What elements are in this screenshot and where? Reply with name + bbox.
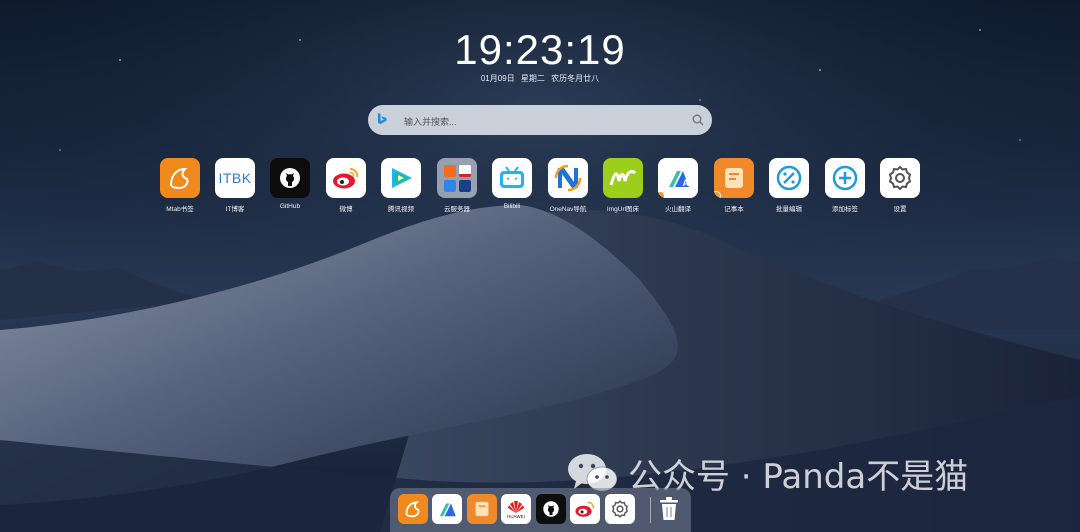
add-tag-icon[interactable]	[825, 158, 865, 198]
search-input[interactable]: 输入并搜索...	[404, 115, 457, 128]
app-label: 批量编辑	[776, 206, 802, 213]
app-onenav[interactable]: OneNav导航	[548, 158, 588, 213]
app-batch-edit[interactable]: 批量编辑	[769, 158, 809, 213]
app-label: 记事本	[724, 206, 744, 213]
dock-gear-icon[interactable]	[605, 494, 635, 524]
app-volcano-translate[interactable]: A 火山翻译	[658, 158, 698, 213]
dock: HUAWEI	[390, 488, 691, 532]
bilibili-tv-icon[interactable]	[492, 158, 532, 198]
date-day: 01月09日	[480, 74, 515, 83]
dock-volcano-translate-icon[interactable]	[432, 494, 462, 524]
app-cloud-server[interactable]: 云服务器	[437, 158, 477, 213]
app-mtab[interactable]: Mtab书签	[160, 158, 200, 213]
batch-edit-icon[interactable]	[769, 158, 809, 198]
search-icon[interactable]	[692, 114, 704, 126]
app-settings[interactable]: 设置	[880, 158, 920, 213]
onenav-icon[interactable]	[548, 158, 588, 198]
app-grid: Mtab书签 ITBK IT博客 GitHub 微博 腾讯视频 云服务器 Bil…	[160, 158, 920, 218]
app-add-tag[interactable]: 添加标签	[825, 158, 865, 213]
dock-mtab-icon[interactable]	[398, 494, 428, 524]
svg-text:A: A	[683, 178, 690, 188]
huawei-logo-text: HUAWEI	[507, 513, 525, 519]
itbk-text-icon[interactable]: ITBK	[215, 158, 255, 198]
app-label: 设置	[893, 206, 907, 213]
app-label: 添加标签	[832, 206, 858, 213]
bing-icon[interactable]	[377, 113, 387, 125]
badge-dot	[658, 191, 665, 198]
notepad-icon[interactable]	[714, 158, 754, 198]
app-tencent-video[interactable]: 腾讯视频	[381, 158, 421, 213]
app-github[interactable]: GitHub	[270, 158, 310, 210]
app-label: Mtab书签	[166, 206, 194, 213]
imgurl-icon[interactable]	[603, 158, 643, 198]
app-label: 火山翻译	[665, 206, 691, 213]
clock-time: 19:23:19	[454, 26, 626, 73]
trash-icon[interactable]	[654, 494, 684, 524]
app-bilibili[interactable]: Bilibili	[492, 158, 532, 210]
dock-weibo-icon[interactable]	[570, 494, 600, 524]
app-label: OneNav导航	[549, 206, 587, 213]
dock-github-icon[interactable]	[536, 494, 566, 524]
app-label: GitHub	[279, 203, 301, 210]
app-itbk[interactable]: ITBK IT博客	[215, 158, 255, 213]
date-lunar: 农历冬月廿八	[551, 74, 600, 83]
app-notepad[interactable]: 记事本	[714, 158, 754, 213]
tencent-video-icon[interactable]	[381, 158, 421, 198]
date-line: 01月09日 星期二 农历冬月廿八	[0, 73, 1080, 84]
cloud-server-folder-icon[interactable]	[437, 158, 477, 198]
github-icon[interactable]	[270, 158, 310, 198]
itbk-logo-text: ITBK	[218, 170, 252, 186]
dock-huawei-icon[interactable]: HUAWEI	[501, 494, 531, 524]
volcano-translate-icon[interactable]: A	[658, 158, 698, 198]
dock-separator	[650, 497, 651, 523]
app-label: ImgUrl图床	[606, 206, 640, 213]
date-weekday: 星期二	[520, 74, 545, 83]
app-label: IT博客	[225, 206, 245, 213]
search-bar[interactable]: 输入并搜索...	[368, 105, 712, 135]
badge-dot	[714, 191, 721, 198]
app-label: 微博	[339, 206, 353, 213]
gear-icon[interactable]	[880, 158, 920, 198]
weibo-icon[interactable]	[326, 158, 366, 198]
app-label: Bilibili	[503, 203, 521, 210]
dock-notepad-icon[interactable]	[467, 494, 497, 524]
app-weibo[interactable]: 微博	[326, 158, 366, 213]
mtab-fox-icon[interactable]	[160, 158, 200, 198]
app-label: 云服务器	[444, 206, 470, 213]
app-label: 腾讯视频	[388, 206, 414, 213]
app-imgurl[interactable]: ImgUrl图床	[603, 158, 643, 213]
